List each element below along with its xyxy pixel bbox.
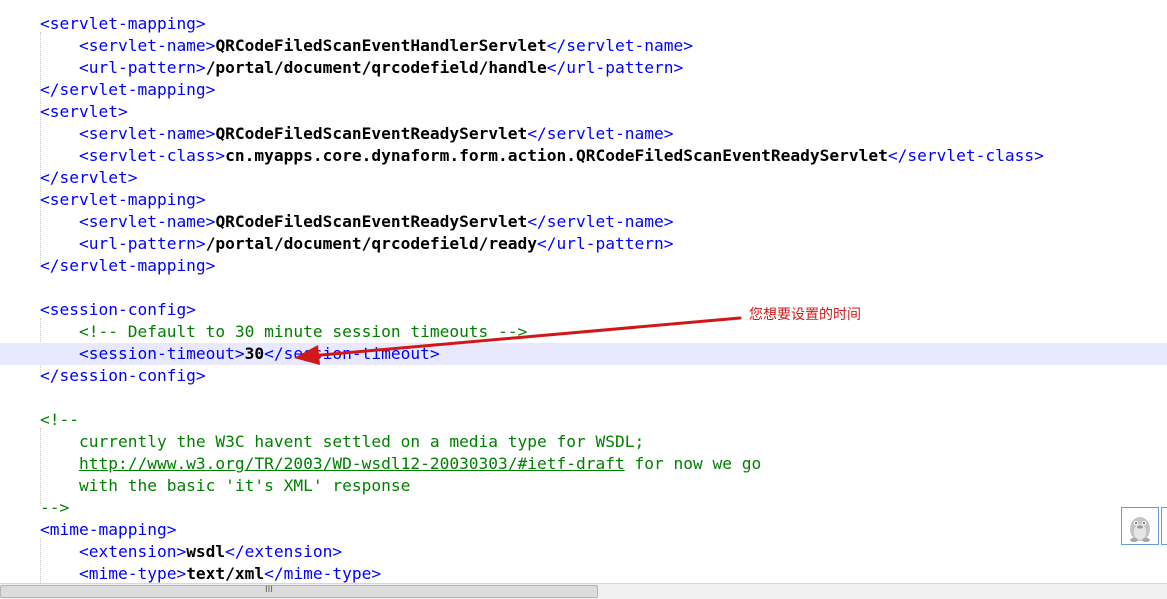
annotation-label: 您想要设置的时间 <box>749 307 861 323</box>
qq-widget-edge[interactable] <box>1161 507 1167 545</box>
scrollbar-thumb[interactable] <box>0 585 598 598</box>
qq-penguin-icon <box>1130 517 1150 542</box>
qq-chat-widget[interactable] <box>1121 507 1159 545</box>
scrollbar-grip: III <box>265 585 273 595</box>
horizontal-scrollbar[interactable]: III <box>0 583 1167 599</box>
annotation-arrow <box>294 316 742 365</box>
